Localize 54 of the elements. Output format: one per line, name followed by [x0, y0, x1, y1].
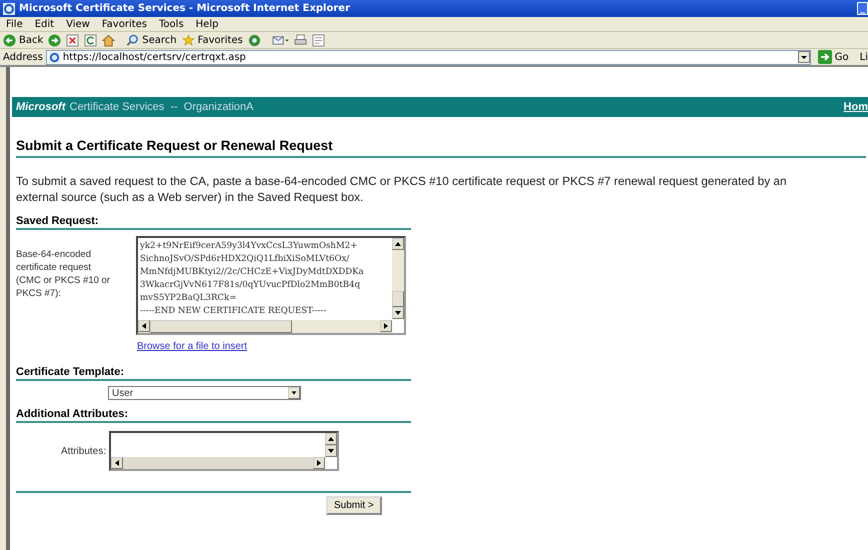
up-arrow-icon[interactable]: [328, 436, 334, 442]
media-icon[interactable]: [248, 34, 261, 46]
stop-icon[interactable]: [66, 34, 80, 46]
menu-item[interactable]: View: [66, 18, 90, 30]
menu-item[interactable]: Edit: [34, 18, 54, 30]
right-arrow-icon[interactable]: [383, 323, 389, 329]
horizontal-scrollbar[interactable]: [138, 320, 392, 333]
scrollbar-thumb[interactable]: [150, 320, 292, 333]
section-heading: Saved Request:: [16, 215, 100, 227]
menu-item[interactable]: Help: [196, 18, 218, 30]
menu-item[interactable]: Favorites: [102, 18, 148, 30]
menu-item[interactable]: File: [6, 18, 23, 30]
dropdown-arrow-icon[interactable]: [290, 389, 298, 397]
mail-icon[interactable]: [272, 34, 289, 46]
go-button[interactable]: Go: [818, 50, 849, 64]
links-label[interactable]: Li: [860, 52, 868, 62]
back-arrow-icon: [3, 34, 16, 46]
right-arrow-icon[interactable]: [316, 460, 322, 466]
home-link[interactable]: Hom: [844, 101, 868, 113]
left-arrow-icon[interactable]: [114, 460, 120, 466]
address-label: Address: [3, 52, 43, 62]
refresh-icon[interactable]: [84, 34, 98, 46]
field-label: Attributes:: [61, 446, 106, 456]
vertical-scrollbar[interactable]: [392, 238, 404, 319]
forward-icon[interactable]: [48, 34, 62, 46]
intro-text: To submit a saved request to the CA, paste a base-64-encoded CMC or PKCS #10 certificate request or PKCS #7 renewal request generated by an external source (such as a Web server) in the Saved Request box.: [16, 173, 788, 205]
down-arrow-icon[interactable]: [395, 310, 401, 316]
banner-title: Certificate Services -- OrganizationA: [70, 101, 255, 113]
brand-name: Microsoft: [16, 101, 66, 113]
submit-button[interactable]: Submit >: [326, 496, 382, 515]
section-heading: Additional Attributes:: [16, 408, 130, 420]
field-label: Base-64-encoded certificate request (CMC or PKCS #10 or PKCS #7):: [16, 248, 111, 301]
search-icon: [126, 34, 140, 46]
address-field[interactable]: https://localhost/certsrv/certrqxt.asp: [46, 50, 811, 64]
scrollbar-thumb[interactable]: [392, 291, 404, 307]
request-field[interactable]: yk2+t9NrEif9cerA59y3l4YvxCcsL3YuwmOshM2+ SichnoJSvO/SPd6rHDX2QiQ1LfbiXiSoMLVt6Ox/ MmNfdjMUBKtyi2//2c/CHCzE+VixJDyMdtDXDDKa 3WkacrGjVvN617F81s/0qYUvucPfDlo2MmB0tB4q mvS5YP2BaQL3RCk= -----END NEW CERTIFICATE REQUEST-----: [136, 236, 406, 335]
page-heading: Submit a Certificate Request or Renewal Request: [16, 138, 334, 153]
attributes-field[interactable]: [109, 431, 340, 471]
search-button[interactable]: Search: [126, 34, 177, 46]
section-heading: Certificate Template:: [16, 366, 125, 378]
printer-icon[interactable]: [294, 34, 307, 46]
home-icon[interactable]: [102, 34, 116, 46]
back-button[interactable]: Back: [3, 34, 44, 46]
browse-link[interactable]: Browse for a file to insert: [137, 341, 248, 352]
minimize-button[interactable]: _: [857, 2, 868, 15]
template-dropdown[interactable]: User: [108, 386, 301, 400]
down-arrow-icon[interactable]: [328, 448, 334, 454]
star-icon: [182, 34, 195, 46]
window-title: Microsoft Certificate Services - Microsoft Internet Explorer: [19, 3, 351, 14]
edit-icon[interactable]: [312, 34, 325, 46]
up-arrow-icon[interactable]: [395, 241, 401, 247]
menu-item[interactable]: Tools: [159, 18, 184, 30]
left-arrow-icon[interactable]: [141, 323, 147, 329]
favorites-button[interactable]: Favorites: [182, 34, 243, 46]
